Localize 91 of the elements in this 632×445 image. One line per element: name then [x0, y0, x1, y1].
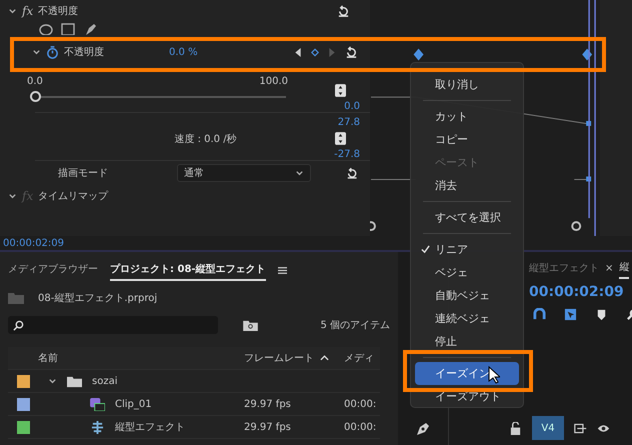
- reset-icon[interactable]: [346, 166, 358, 180]
- rectangle-mask-icon[interactable]: [60, 23, 76, 35]
- sort-icon: [320, 355, 329, 361]
- chevron-icon: [294, 168, 304, 178]
- menu-item[interactable]: カット: [415, 105, 519, 128]
- menu-item-label: リニア: [435, 242, 468, 257]
- menu-item-label: 自動ベジェ: [435, 288, 490, 303]
- menu-item[interactable]: イーズアウト: [415, 385, 519, 408]
- menu-item[interactable]: 取り消し: [415, 73, 519, 96]
- label-color-swatch[interactable]: [16, 398, 30, 410]
- section-title: 不透明度: [38, 4, 78, 18]
- blend-mode-dropdown[interactable]: 通常: [176, 164, 311, 182]
- column-header[interactable]: フレームレート: [244, 351, 344, 365]
- slider-thumb[interactable]: [30, 91, 41, 102]
- graph-max-label: 27.8: [338, 117, 360, 128]
- pen-tool-icon[interactable]: [415, 421, 431, 437]
- reset-icon[interactable]: [345, 46, 358, 58]
- slider-max-label: 100.0: [259, 76, 288, 87]
- clip-icon: [90, 398, 105, 410]
- folder-icon: [8, 292, 24, 304]
- menu-item-label: 取り消し: [435, 77, 479, 92]
- chevron-icon[interactable]: [48, 376, 57, 386]
- timecode[interactable]: 00:00:02:09: [529, 284, 632, 300]
- scale-icon[interactable]: [334, 84, 346, 97]
- previous-keyframe-icon[interactable]: [294, 48, 302, 56]
- menu-item-label: ペースト: [435, 155, 479, 170]
- scale-icon[interactable]: [334, 132, 346, 145]
- project-file-name: 08-縦型エフェクト.prproj: [38, 292, 158, 305]
- menu-item-label: 連続ベジェ: [435, 311, 490, 326]
- marker-icon[interactable]: [595, 308, 608, 321]
- menu-item[interactable]: コピー: [415, 128, 519, 151]
- panel-tab[interactable]: プロジェクト: 08-縦型エフェクト: [110, 259, 266, 281]
- ellipse-mask-icon[interactable]: [38, 23, 54, 35]
- lock-icon[interactable]: [509, 422, 522, 434]
- chevron-icon[interactable]: [8, 6, 17, 16]
- frame-rate: 29.97 fps: [244, 422, 291, 432]
- label-color-swatch[interactable]: [16, 420, 30, 434]
- item-name: 縦型エフェクト: [115, 420, 185, 434]
- track-target-button[interactable]: V4: [532, 416, 564, 440]
- graph-min-label: 0.0: [344, 101, 360, 112]
- menu-item[interactable]: 消去: [415, 174, 519, 197]
- sync-lock-icon[interactable]: [574, 422, 587, 434]
- sequence-icon: [90, 420, 105, 434]
- menu-icon[interactable]: [278, 266, 287, 274]
- folder-icon: [67, 374, 82, 388]
- menu-item[interactable]: リニア: [415, 238, 519, 261]
- search-field[interactable]: [8, 316, 218, 334]
- reset-icon[interactable]: [337, 4, 350, 18]
- chevron-icon[interactable]: [32, 48, 41, 56]
- timecode: 00:00:02:09: [3, 238, 64, 248]
- media-start: 00:00:: [344, 398, 376, 410]
- menu-item-label: イーズアウト: [435, 389, 501, 404]
- column-header[interactable]: メディ: [344, 351, 380, 365]
- item-name: sozai: [92, 376, 118, 386]
- item-name: Clip_01: [115, 398, 152, 410]
- menu-item[interactable]: ベジェ: [415, 261, 519, 284]
- new-search-bin-icon[interactable]: [243, 320, 258, 330]
- menu-item-label: コピー: [435, 132, 468, 147]
- snap-icon[interactable]: [533, 308, 546, 321]
- sequence-tab[interactable]: 縦型エフェクト: [529, 258, 599, 278]
- linked-selection-icon[interactable]: [564, 308, 577, 321]
- blend-mode-label: 描画モード: [58, 166, 109, 180]
- search-icon: [13, 320, 24, 330]
- media-start: 00:00:: [344, 422, 376, 432]
- sequence-tab[interactable]: 縦: [619, 257, 630, 279]
- label-color-swatch[interactable]: [16, 374, 30, 388]
- mouse-cursor-icon: [488, 366, 500, 384]
- section-title: タイムリマップ: [38, 190, 108, 203]
- frame-rate: 29.97 fps: [244, 398, 291, 410]
- menu-item[interactable]: 自動ベジェ: [415, 284, 519, 307]
- fx-label: fx: [22, 4, 34, 18]
- menu-item-label: カット: [435, 109, 468, 124]
- graph-min-label: -27.8: [334, 149, 360, 160]
- menu-item-label: ベジェ: [435, 265, 468, 280]
- panel-tab[interactable]: メディアブラウザー: [8, 259, 98, 281]
- property-value[interactable]: 0.0 %: [169, 46, 198, 58]
- chevron-icon[interactable]: [8, 192, 17, 200]
- speed-label: 速度 : 0.0 /秒: [173, 132, 238, 146]
- keyframe-icon[interactable]: [311, 48, 319, 56]
- item-count: 5 個のアイテム: [320, 319, 390, 332]
- menu-item-label: すべてを選択: [435, 210, 501, 225]
- column-header[interactable]: 名前: [38, 351, 244, 365]
- menu-item[interactable]: すべてを選択: [415, 206, 519, 229]
- property-name: 不透明度: [64, 46, 105, 59]
- close-icon[interactable]: ×: [605, 262, 614, 274]
- stopwatch-icon[interactable]: [46, 46, 59, 58]
- menu-item[interactable]: 停止: [415, 330, 519, 353]
- menu-item-label: 停止: [435, 334, 457, 349]
- slider-min-label: 0.0: [27, 76, 43, 87]
- menu-item-label: 消去: [435, 178, 457, 193]
- menu-item[interactable]: 連続ベジェ: [415, 307, 519, 330]
